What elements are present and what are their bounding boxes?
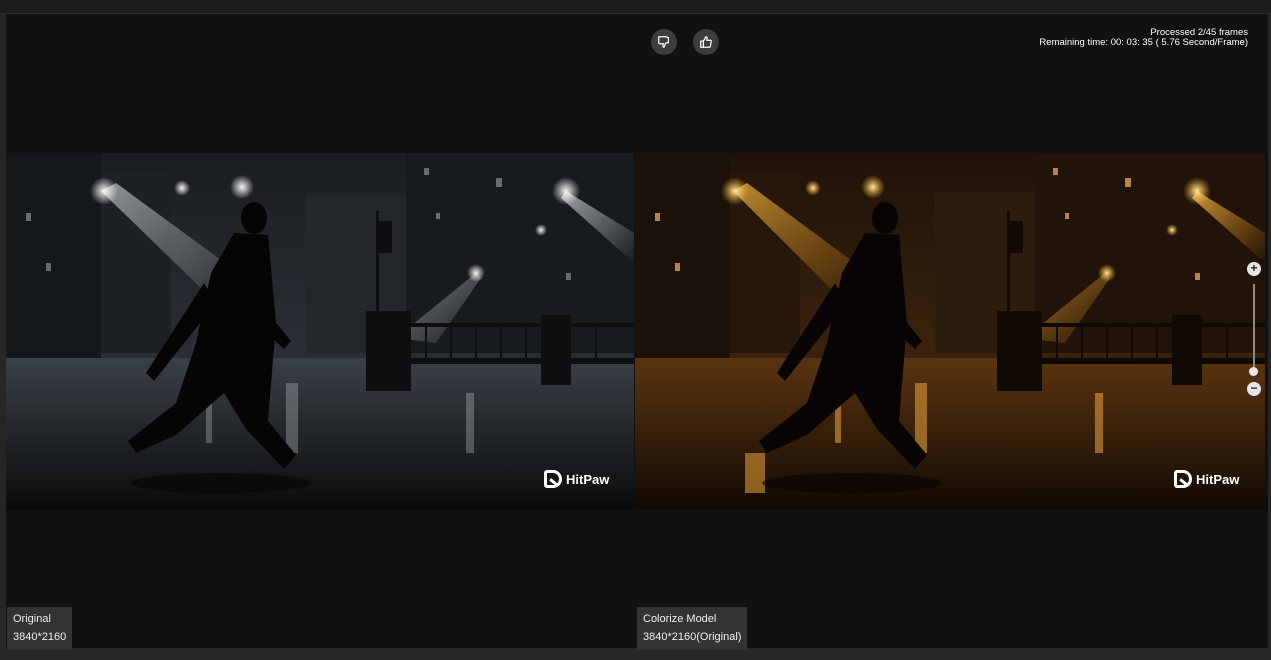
like-button[interactable] — [693, 29, 719, 55]
colorize-model-resolution: 3840*2160(Original) — [643, 631, 742, 643]
zoom-in-button[interactable]: + — [1247, 262, 1261, 276]
watermark-text: HitPaw — [566, 471, 610, 487]
original-resolution: 3840*2160 — [13, 631, 67, 643]
zoom-out-button[interactable]: − — [1247, 382, 1261, 396]
dislike-button[interactable] — [651, 29, 677, 55]
remaining-time-text: Remaining time: 00: 03: 35 ( 5.76 Second… — [1039, 37, 1248, 48]
colorize-model-label: Colorize Model 3840*2160(Original) — [637, 607, 748, 650]
hitpaw-watermark: HitPaw — [1174, 470, 1239, 488]
original-image — [6, 153, 634, 510]
hitpaw-logo-icon — [1174, 470, 1192, 488]
hitpaw-watermark: HitPaw — [544, 470, 609, 488]
hitpaw-logo-icon — [544, 470, 562, 488]
thumbs-down-icon — [658, 36, 669, 48]
colorized-image — [635, 153, 1265, 510]
thumbs-up-icon — [700, 36, 712, 48]
colorize-model-title: Colorize Model — [643, 613, 717, 625]
colorized-frame[interactable]: HitPaw — [635, 153, 1265, 510]
processing-status: Processed 2/45 frames Remaining time: 00… — [1039, 28, 1248, 48]
zoom-slider-thumb[interactable] — [1249, 367, 1258, 376]
top-bar — [0, 0, 1271, 14]
original-title: Original — [13, 613, 51, 625]
original-frame[interactable]: HitPaw — [6, 153, 634, 510]
zoom-slider-track[interactable] — [1253, 284, 1255, 370]
zoom-control: + − — [1246, 262, 1264, 398]
watermark-text: HitPaw — [1196, 471, 1240, 487]
bottom-bar — [0, 648, 1271, 660]
original-label: Original 3840*2160 — [7, 607, 73, 650]
